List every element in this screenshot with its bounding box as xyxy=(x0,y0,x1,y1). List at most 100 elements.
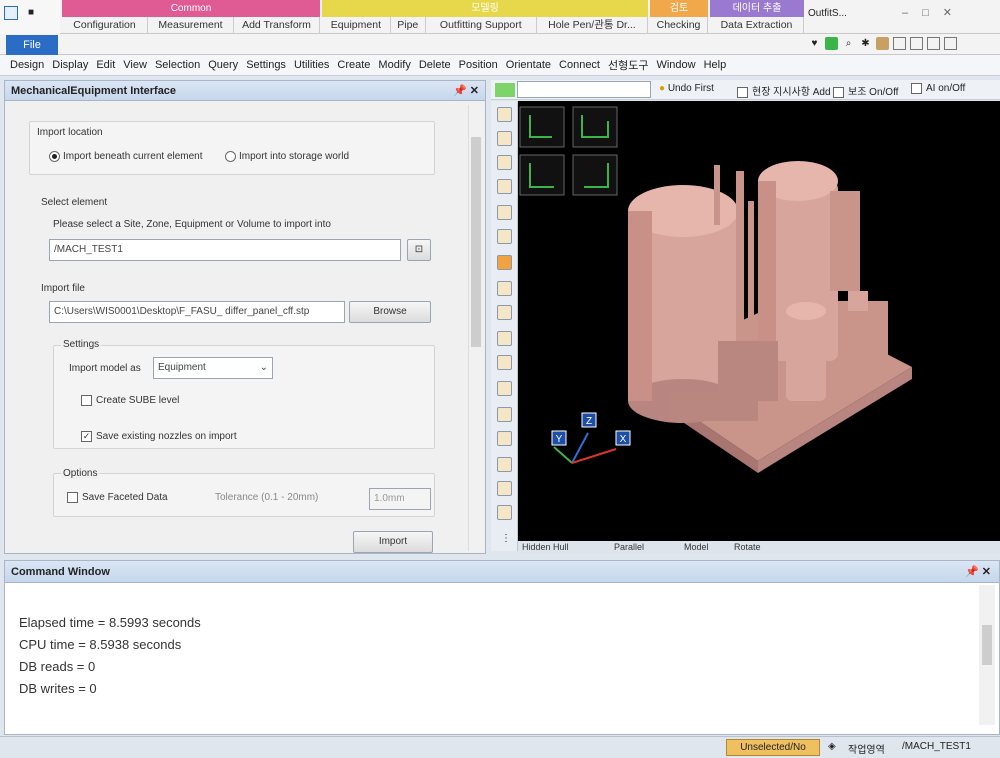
checkbox-icon[interactable] xyxy=(833,86,844,98)
view-command-input[interactable] xyxy=(517,81,651,98)
view-tool-icon[interactable] xyxy=(497,505,512,520)
menu-item-5[interactable]: Query xyxy=(208,59,238,71)
command-line: CPU time = 8.5938 seconds xyxy=(19,637,182,652)
table-icon[interactable] xyxy=(893,37,906,50)
menu-item-6[interactable]: Settings xyxy=(246,59,286,71)
3d-viewport[interactable]: Y Z X xyxy=(518,101,1000,541)
layers-icon[interactable] xyxy=(910,37,923,50)
window-controls: –□✕ xyxy=(902,6,966,19)
view-tool-icon[interactable] xyxy=(497,107,512,122)
file-path-input[interactable]: C:\Users\WIS0001\Desktop\F_FASU_ differ_… xyxy=(49,301,345,323)
menu-item-14[interactable]: 선형도구 xyxy=(608,57,648,73)
browse-button[interactable]: Browse xyxy=(349,301,431,323)
scrollbar-thumb[interactable] xyxy=(471,137,481,347)
menu-item-11[interactable]: Position xyxy=(459,59,498,71)
view-tool-icon[interactable] xyxy=(497,255,512,270)
check-field-instructions[interactable]: 현장 지시사항 Add xyxy=(737,83,831,98)
menu-item-16[interactable]: Help xyxy=(704,59,727,71)
menu-item-15[interactable]: Window xyxy=(656,59,695,71)
tab-measurement[interactable]: Measurement xyxy=(148,17,234,34)
checkbox-icon[interactable] xyxy=(911,83,922,94)
command-scrollbar[interactable] xyxy=(979,585,995,725)
rotate-icon[interactable] xyxy=(497,305,512,320)
menu-item-0[interactable]: Design xyxy=(10,59,44,71)
view-tool-icon[interactable] xyxy=(497,457,512,472)
checkbox-icon[interactable] xyxy=(737,86,748,98)
green-square-icon[interactable] xyxy=(825,37,838,50)
menu-item-1[interactable]: Display xyxy=(52,59,88,71)
import-button[interactable]: Import xyxy=(353,531,433,553)
view-tool-icon[interactable] xyxy=(497,155,512,170)
minimize-icon[interactable]: – xyxy=(902,7,922,19)
close-icon[interactable]: ✕ xyxy=(943,7,966,19)
radio-beneath[interactable]: Import beneath current element xyxy=(49,151,203,162)
view-tool-icon[interactable] xyxy=(497,179,512,194)
zoom-icon[interactable] xyxy=(497,229,512,244)
check-ai-onoff[interactable]: AI on/Off xyxy=(911,83,965,94)
tab-configuration[interactable]: Configuration xyxy=(62,17,148,34)
pan-icon[interactable] xyxy=(497,281,512,296)
status-workarea-value: /MACH_TEST1 xyxy=(902,741,971,752)
app-icon[interactable] xyxy=(4,6,18,20)
checkbox-icon[interactable] xyxy=(67,492,78,503)
undo-first-button[interactable]: ● Undo First xyxy=(659,83,714,94)
tool-icon[interactable]: ✱ xyxy=(859,37,872,50)
checkbox-icon[interactable] xyxy=(81,395,92,406)
tab-data-extraction[interactable]: Data Extraction xyxy=(710,17,804,34)
command-title: Command Window xyxy=(11,566,110,578)
tab-add-transform[interactable]: Add Transform xyxy=(234,17,320,34)
quick-save-icon[interactable]: ■ xyxy=(24,6,38,20)
command-pin-close-icons[interactable]: 📌 ✕ xyxy=(965,561,991,583)
view-side-toolbar: ⋮ xyxy=(491,101,518,551)
help-icon[interactable]: ♥ xyxy=(808,37,821,50)
pick-element-button[interactable]: ⊡ xyxy=(407,239,431,261)
tab-outfits[interactable]: OutfitS... xyxy=(808,8,847,19)
menu-item-10[interactable]: Delete xyxy=(419,59,451,71)
zoom-window-icon[interactable] xyxy=(497,205,512,220)
view-tool-icon[interactable] xyxy=(497,381,512,396)
scrollbar-thumb[interactable] xyxy=(982,625,992,665)
undo-view-icon[interactable] xyxy=(497,481,512,496)
tab-checking[interactable]: Checking xyxy=(650,17,708,34)
save-faceted-checkbox[interactable]: Save Faceted Data xyxy=(67,492,168,503)
view-tool-icon[interactable] xyxy=(497,431,512,446)
panel-scrollbar[interactable] xyxy=(468,105,482,551)
panel-icon[interactable] xyxy=(944,37,957,50)
radio-storage-icon[interactable] xyxy=(225,151,236,162)
zoom-in-icon[interactable] xyxy=(497,331,512,346)
undo-first-label: Undo First xyxy=(667,83,714,94)
grid-icon[interactable] xyxy=(927,37,940,50)
tab-equipment[interactable]: Equipment xyxy=(322,17,391,34)
tab-outfitting-support[interactable]: Outfitting Support xyxy=(426,17,537,34)
menu-item-12[interactable]: Orientate xyxy=(506,59,551,71)
menu-item-4[interactable]: Selection xyxy=(155,59,200,71)
menu-item-9[interactable]: Modify xyxy=(378,59,410,71)
create-subee-checkbox[interactable]: Create SUBE level xyxy=(81,395,179,406)
radio-storage[interactable]: Import into storage world xyxy=(225,151,349,162)
more-icon[interactable]: ⋮ xyxy=(501,533,511,544)
zoom-out-icon[interactable] xyxy=(497,355,512,370)
menu-item-7[interactable]: Utilities xyxy=(294,59,329,71)
save-nozzles-checkbox[interactable]: ✓ Save existing nozzles on import xyxy=(81,431,237,442)
import-model-as-select[interactable]: Equipment ⌄ xyxy=(153,357,273,379)
panel-pin-close-icons[interactable]: 📌 ✕ xyxy=(453,81,479,100)
view-tool-icon[interactable] xyxy=(497,131,512,146)
menu-item-2[interactable]: Edit xyxy=(96,59,115,71)
menu-item-8[interactable]: Create xyxy=(337,59,370,71)
view-tool-icon[interactable] xyxy=(497,407,512,422)
maximize-icon[interactable]: □ xyxy=(922,7,943,19)
tolerance-input[interactable]: 1.0mm xyxy=(369,488,431,510)
select-element-hint: Please select a Site, Zone, Equipment or… xyxy=(53,219,331,230)
element-input[interactable]: /MACH_TEST1 xyxy=(49,239,401,261)
menu-item-3[interactable]: View xyxy=(123,59,147,71)
view-color-icon[interactable] xyxy=(495,83,515,97)
search-icon[interactable]: ⌕ xyxy=(842,37,855,50)
box-icon[interactable] xyxy=(876,37,889,50)
menu-item-13[interactable]: Connect xyxy=(559,59,600,71)
check-aux-onoff[interactable]: 보조 On/Off xyxy=(833,83,898,98)
file-tab[interactable]: File xyxy=(6,35,58,55)
checkbox-checked-icon[interactable]: ✓ xyxy=(81,431,92,442)
tab-hole-pen[interactable]: Hole Pen/관통 Dr... xyxy=(537,17,648,34)
radio-beneath-icon[interactable] xyxy=(49,151,60,162)
tab-pipe[interactable]: Pipe xyxy=(391,17,426,34)
